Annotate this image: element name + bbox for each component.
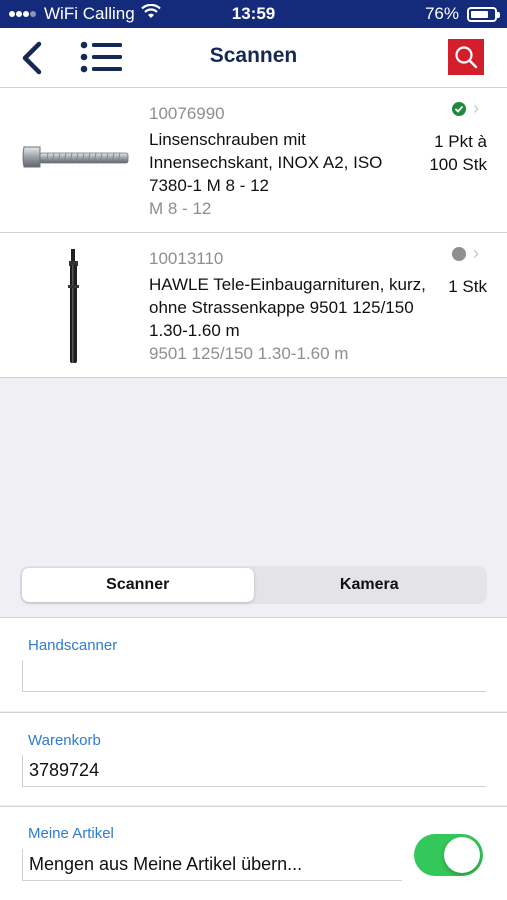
- handscanner-input[interactable]: [22, 660, 486, 692]
- status-check-icon: [452, 102, 466, 116]
- warenkorb-input[interactable]: 3789724: [22, 755, 486, 787]
- screw-image: [14, 100, 134, 220]
- chevron-right-icon: ›: [473, 98, 479, 118]
- article-subtitle: M 8 - 12: [149, 199, 212, 218]
- warenkorb-label: Warenkorb: [28, 732, 101, 749]
- article-title: Linsenschrauben mit Innensechskant, INOX…: [149, 130, 383, 195]
- quantity-text: 1 Pkt à 100 Stk: [429, 132, 487, 174]
- segment-scanner[interactable]: Scanner: [22, 568, 254, 602]
- meine-artikel-toggle[interactable]: [414, 834, 483, 876]
- search-button[interactable]: [448, 39, 484, 75]
- battery-icon: [467, 6, 500, 22]
- handscanner-label: Handscanner: [28, 637, 118, 654]
- meine-artikel-label: Meine Artikel: [28, 825, 114, 842]
- article-number: 10076990: [149, 104, 225, 123]
- handscanner-section: Handscanner: [0, 617, 507, 711]
- article-quantity: 1 Stk: [448, 275, 487, 298]
- status-right: 76%: [424, 4, 500, 24]
- battery-percent: 76%: [424, 4, 459, 23]
- scan-mode-segmented-control: Scanner Kamera: [20, 566, 487, 604]
- status-dot-icon: [452, 247, 466, 261]
- meine-artikel-field: Mengen aus Meine Artikel übern...: [22, 849, 402, 881]
- status-bar: WiFi Calling 13:59 76%: [0, 0, 507, 28]
- chevron-right-icon: ›: [473, 243, 479, 263]
- article-description: HAWLE Tele-Einbaugarnituren, kurz, ohne …: [149, 273, 434, 365]
- search-icon: [455, 46, 478, 69]
- page-title: Scannen: [209, 44, 298, 67]
- article-list: 10076990 Linsenschrauben mit Innensechsk…: [0, 88, 507, 378]
- warenkorb-section: Warenkorb 3789724: [0, 712, 507, 805]
- nav-bar: Scannen: [0, 28, 507, 88]
- fitting-image: [14, 245, 134, 365]
- article-quantity: 1 Pkt à 100 Stk: [407, 130, 487, 176]
- quantity-text: 1 Stk: [448, 277, 487, 296]
- article-description: Linsenschrauben mit Innensechskant, INOX…: [149, 128, 419, 220]
- article-number: 10013110: [149, 249, 224, 268]
- list-item[interactable]: 10076990 Linsenschrauben mit Innensechsk…: [0, 88, 507, 233]
- article-subtitle: 9501 125/150 1.30-1.60 m: [149, 344, 349, 363]
- article-title: HAWLE Tele-Einbaugarnituren, kurz, ohne …: [149, 275, 426, 340]
- meine-artikel-section: Meine Artikel Mengen aus Meine Artikel ü…: [0, 806, 507, 900]
- segment-kamera[interactable]: Kamera: [254, 568, 486, 602]
- list-item[interactable]: 10013110 HAWLE Tele-Einbaugarnituren, ku…: [0, 233, 507, 378]
